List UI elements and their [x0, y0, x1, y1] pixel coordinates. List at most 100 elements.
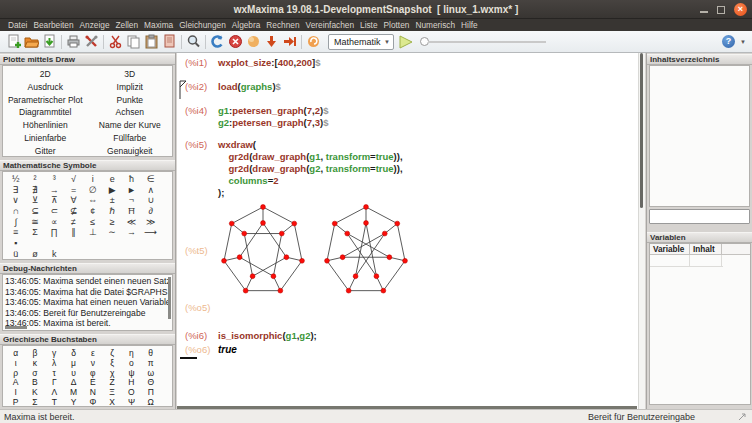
draw-button-f-llfarbe[interactable]: Füllfarbe	[88, 132, 173, 145]
variables-cell-empty[interactable]	[650, 255, 690, 267]
menu-vereinfachen[interactable]: Vereinfachen	[306, 19, 354, 31]
symbol-button[interactable]: ∝	[45, 217, 64, 228]
draw-button-achsen[interactable]: Achsen	[88, 106, 173, 119]
menu-datei[interactable]: Datei	[8, 19, 27, 31]
maximize-button[interactable]	[717, 6, 725, 14]
symbol-button[interactable]: ⊂	[45, 206, 64, 217]
symbol-button[interactable]: ≡	[6, 227, 25, 238]
save-icon[interactable]	[42, 34, 57, 49]
worksheet-cell[interactable]: (%i6)is_isomorphic(g1,g2);	[185, 330, 317, 342]
select-all-icon[interactable]	[162, 34, 177, 49]
symbol-button[interactable]: ³	[45, 174, 64, 185]
debug-vscrollbar[interactable]	[168, 277, 171, 319]
symbol-button[interactable]: ∂	[141, 206, 160, 217]
greek-letter-button[interactable]: Ω	[141, 398, 160, 408]
symbol-button[interactable]: ∼	[102, 227, 121, 238]
symbol-button[interactable]: ≥	[102, 217, 121, 228]
code-line[interactable]: load(graphs)$	[218, 81, 281, 93]
debug-hscrollbar[interactable]	[5, 326, 27, 329]
draw-button-punkte[interactable]: Punkte	[88, 94, 173, 107]
greek-letter-button[interactable]: Ρ	[6, 398, 25, 408]
greek-letter-button[interactable]: Ψ	[122, 398, 141, 408]
new-document-icon[interactable]	[6, 34, 21, 49]
menu-plotten[interactable]: Plotten	[384, 19, 410, 31]
symbol-button[interactable]: ∩	[6, 206, 25, 217]
symbol-button[interactable]: ≠	[64, 217, 83, 228]
find-icon[interactable]	[186, 34, 201, 49]
draw-button-name-der-kurve[interactable]: Name der Kurve	[88, 119, 173, 132]
symbol-button[interactable]: ²	[25, 174, 44, 185]
worksheet-cell[interactable]: (%i5)wxdraw( gr2d(draw_graph(g1, transfo…	[185, 139, 403, 199]
worksheet-cell[interactable]: (%i1)wxplot_size:[400,200]$	[185, 57, 320, 69]
menu-liste[interactable]: Liste	[360, 19, 378, 31]
symbol-button[interactable]: ∧	[141, 185, 160, 196]
draw-button-linienfarbe[interactable]: Linienfarbe	[3, 132, 88, 145]
symbol-button[interactable]: Ħ	[122, 206, 141, 217]
greek-letter-button[interactable]: Τ	[45, 398, 64, 408]
symbol-button[interactable]: ¢	[83, 206, 102, 217]
symbol-button[interactable]: ≫	[141, 217, 160, 228]
menu-algebra[interactable]: Algebra	[232, 19, 261, 31]
code-line[interactable]: g2:petersen_graph(7,3)$	[218, 117, 328, 129]
symbol-button[interactable]: i	[83, 174, 102, 185]
symbol-button[interactable]: ⊈	[64, 206, 83, 217]
close-button[interactable]: ×	[734, 3, 747, 16]
evaluate-rest-icon[interactable]	[264, 34, 279, 49]
symbol-button[interactable]: ∈	[141, 174, 160, 185]
symbol-button[interactable]: ¬	[122, 195, 141, 206]
symbol-button[interactable]: ∏	[45, 227, 64, 238]
symbol-button[interactable]: ⇔	[83, 195, 102, 206]
code-line[interactable]: wxplot_size:[400,200]$	[218, 57, 320, 69]
paste-icon[interactable]	[144, 34, 159, 49]
symbol-button[interactable]: ▪	[6, 238, 25, 249]
symbol-button[interactable]: =	[64, 185, 83, 196]
symbol-button[interactable]: ∪	[141, 195, 160, 206]
draw-button-h-henlinien[interactable]: Höhenlinien	[3, 119, 88, 132]
code-line[interactable]: );	[218, 187, 403, 199]
symbol-button[interactable]: ∃	[6, 185, 25, 196]
menu-anzeige[interactable]: Anzeige	[80, 19, 110, 31]
symbol-button[interactable]: ⊼	[45, 195, 64, 206]
symbol-button[interactable]: →	[122, 227, 141, 238]
menu-bearbeiten[interactable]: Bearbeiten	[33, 19, 73, 31]
symbol-button[interactable]: ►	[122, 185, 141, 196]
variables-cell-empty[interactable]	[690, 255, 722, 267]
code-line[interactable]: is_isomorphic(g1,g2);	[218, 330, 317, 342]
toolbar-overflow-icon[interactable]: ▼	[740, 39, 746, 45]
symbol-button[interactable]: k	[45, 249, 64, 260]
cell-type-select[interactable]: Mathematik ▼	[328, 34, 394, 50]
menu-hilfe[interactable]: Hilfe	[461, 19, 478, 31]
toc-list[interactable]	[649, 65, 750, 207]
evaluate-to-point-icon[interactable]	[282, 34, 297, 49]
code-line[interactable]: wxdraw(	[218, 139, 403, 151]
animation-slider[interactable]	[420, 37, 546, 46]
print-icon[interactable]	[66, 34, 81, 49]
worksheet-cell[interactable]: (%i4)g1:petersen_graph(7,2)$g2:petersen_…	[185, 105, 328, 129]
worksheet-vscrollbar[interactable]	[640, 53, 643, 208]
greek-letter-button[interactable]: Σ	[25, 398, 44, 408]
symbol-button[interactable]: ½	[6, 174, 25, 185]
symbol-button[interactable]: ∫	[6, 217, 25, 228]
symbol-button[interactable]: ⊥	[83, 227, 102, 238]
symbol-button[interactable]: ▶	[102, 185, 121, 196]
draw-button-implizit[interactable]: Implizit	[88, 81, 173, 94]
symbol-button[interactable]: ±	[102, 195, 121, 206]
symbol-button[interactable]: →	[45, 185, 64, 196]
symbol-button[interactable]: ∀	[64, 195, 83, 206]
draw-button-parametrischer-plot[interactable]: Parametrischer Plot	[3, 94, 88, 107]
copy-icon[interactable]	[126, 34, 141, 49]
draw-button-3d[interactable]: 3D	[88, 68, 173, 81]
draw-button-2d[interactable]: 2D	[3, 68, 88, 81]
symbol-button[interactable]: ≅	[25, 217, 44, 228]
symbol-button[interactable]: ⊆	[25, 206, 44, 217]
interrupt-icon[interactable]	[228, 34, 243, 49]
draw-button-gitter[interactable]: Gitter	[3, 145, 88, 158]
symbol-button[interactable]: ≤	[83, 217, 102, 228]
greek-letter-button[interactable]: Υ	[64, 398, 83, 408]
symbol-button[interactable]: Σ	[25, 227, 44, 238]
greek-letter-button[interactable]: Χ	[102, 398, 121, 408]
code-line[interactable]: columns=2	[218, 175, 403, 187]
minimize-button[interactable]	[700, 11, 708, 13]
help-jump-icon[interactable]	[306, 34, 321, 49]
menu-gleichungen[interactable]: Gleichungen	[179, 19, 226, 31]
